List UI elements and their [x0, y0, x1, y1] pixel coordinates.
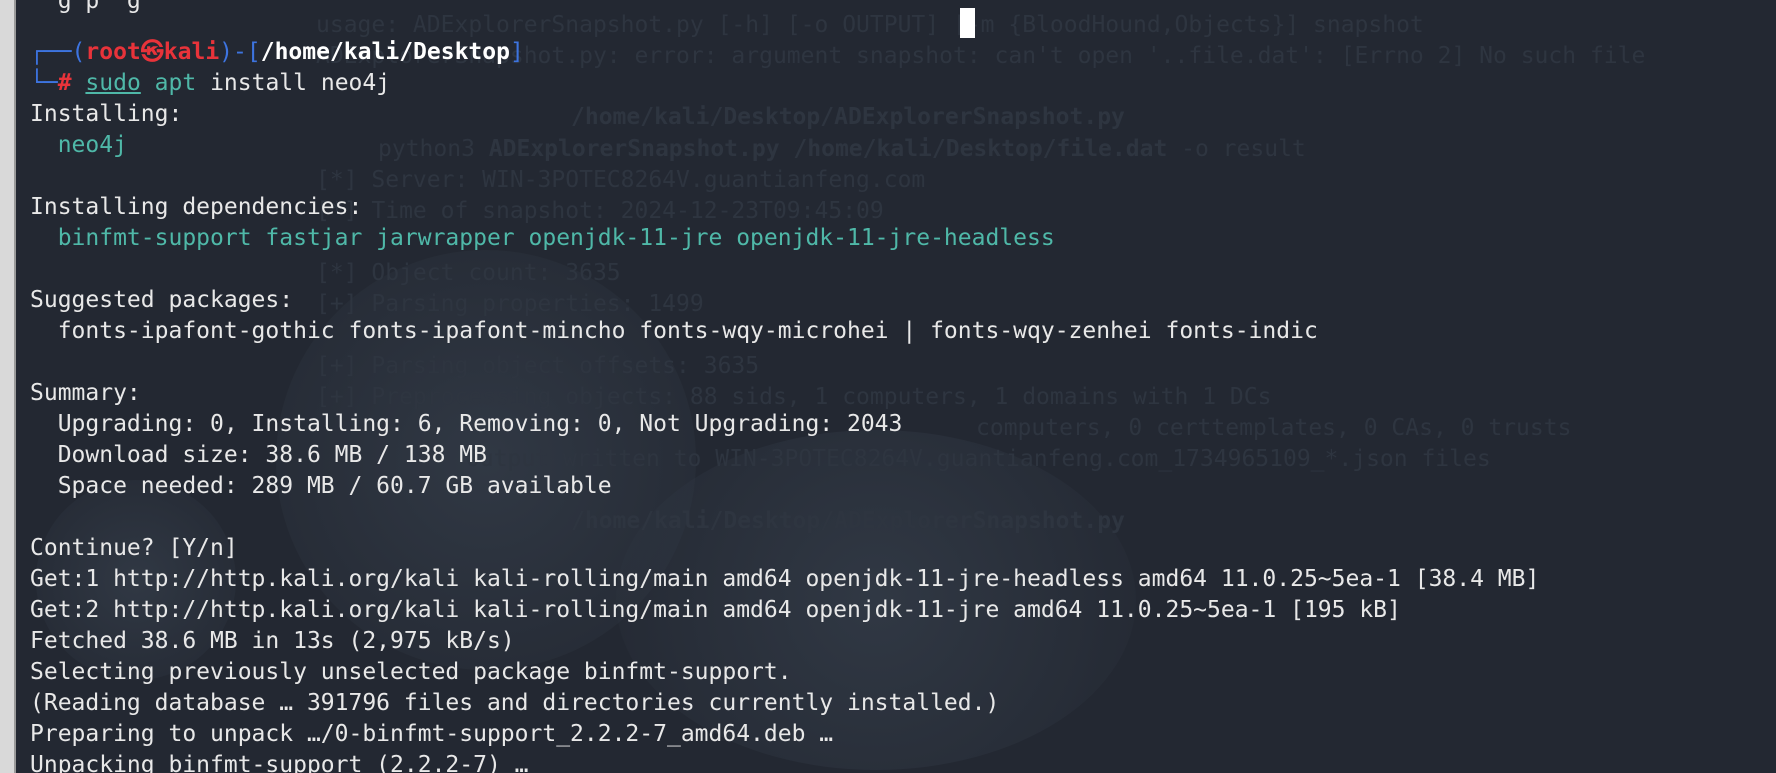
output-line: Get:2 http://http.kali.org/kali kali-rol…: [30, 597, 1401, 623]
output-line: Continue? [Y/n]: [30, 535, 238, 561]
prompt-line: ┌──(root㉿kali)-[/home/kali/Desktop]: [30, 39, 524, 65]
output-line: neo4j: [30, 132, 127, 158]
output-line: Installing:: [30, 101, 183, 127]
scrolled-line-partial: g p g: [30, 0, 141, 14]
command-apt: apt: [154, 70, 197, 96]
output-line: Installing dependencies:: [30, 194, 363, 220]
output-line: Preparing to unpack …/0-binfmt-support_2…: [30, 721, 834, 747]
output-line: Summary:: [30, 380, 141, 406]
output-line: Unpacking binfmt-support (2.2.2-7) …: [30, 752, 529, 773]
terminal-window[interactable]: usage: ADExplorerSnapshot.py [-h] [-o OU…: [16, 0, 1776, 773]
prompt-host: kali: [163, 39, 220, 65]
output-line: Fetched 38.6 MB in 13s (2,975 kB/s): [30, 628, 515, 654]
command-sudo: sudo: [85, 70, 141, 96]
output-line: Get:1 http://http.kali.org/kali kali-rol…: [30, 566, 1540, 592]
output-line: Suggested packages:: [30, 287, 294, 313]
output-line: Download size: 38.6 MB / 138 MB: [30, 442, 487, 468]
output-line: Selecting previously unselected package …: [30, 659, 792, 685]
output-line: (Reading database … 391796 files and dir…: [30, 690, 1000, 716]
prompt-symbol: #: [57, 70, 72, 96]
output-line: Upgrading: 0, Installing: 6, Removing: 0…: [30, 411, 903, 437]
output-line: binfmt-support fastjar jarwrapper openjd…: [30, 225, 1055, 251]
command-line[interactable]: └─# sudo apt install neo4j: [30, 68, 390, 99]
prompt-user: root: [85, 39, 141, 65]
command-args: install neo4j: [196, 70, 391, 96]
output-line: fonts-ipafont-gothic fonts-ipafont-minch…: [30, 318, 1318, 344]
window-left-border: [0, 0, 16, 773]
prompt-cwd: /home/kali/Desktop: [260, 39, 510, 65]
skull-icon: ㉿: [140, 39, 164, 65]
output-line: Space needed: 289 MB / 60.7 GB available: [30, 473, 612, 499]
